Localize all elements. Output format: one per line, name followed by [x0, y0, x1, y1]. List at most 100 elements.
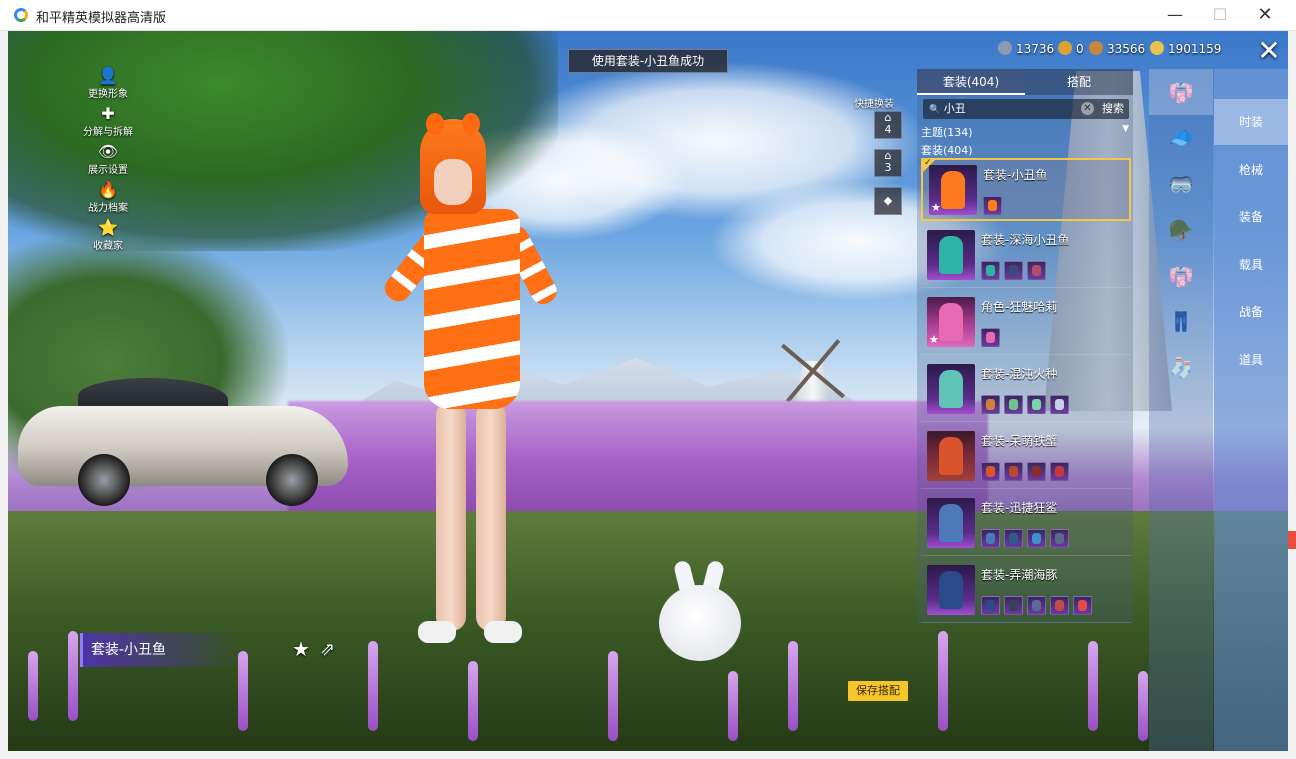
lavender-flower: [28, 651, 38, 721]
category-props[interactable]: 道具: [1214, 337, 1288, 383]
category-weapons[interactable]: 枪械: [1214, 147, 1288, 193]
outfit-name: 套装-深海小丑鱼: [981, 233, 1070, 247]
save-outfit-button[interactable]: 保存搭配: [848, 681, 908, 701]
change-appearance-button[interactable]: 👤 更换形象: [68, 66, 148, 101]
outfit-name: 套装-小丑鱼: [983, 168, 1048, 182]
mask-slot-icon[interactable]: 🪖: [1149, 207, 1213, 253]
maximize-button[interactable]: ☐: [1197, 0, 1243, 31]
outfit-piece-swatch: [986, 600, 995, 611]
player-character[interactable]: [338, 113, 598, 679]
favorite-star-icon[interactable]: ★: [292, 637, 310, 661]
outfit-piece-swatch: [986, 399, 995, 410]
quick-slot-number: 4: [884, 123, 892, 136]
car-wheel: [266, 454, 318, 506]
outfit-name: 套装-混沌火种: [981, 367, 1058, 381]
currency-1-icon: [998, 41, 1012, 55]
category-vehicles[interactable]: 载具: [1214, 242, 1288, 288]
hud-item-label: 更换形象: [88, 89, 128, 100]
currency-3: 33566: [1089, 39, 1145, 59]
chevron-down-icon: ▼: [1122, 124, 1129, 134]
search-value: 小丑: [943, 102, 966, 115]
bunny-body: [659, 585, 741, 661]
category-column: 时装 枪械 装备 载具 战备 道具: [1214, 69, 1288, 751]
pants-slot-icon[interactable]: 👖: [1149, 299, 1213, 345]
tab-combinations[interactable]: 搭配: [1025, 69, 1133, 95]
goggles-slot-icon[interactable]: 🥽: [1149, 161, 1213, 207]
collector-button[interactable]: ⭐ 收藏家: [68, 219, 148, 253]
quick-slot-4[interactable]: ⌂ 4: [874, 111, 902, 139]
title-bar: 和平精英模拟器高清版 — ☐ ✕: [0, 0, 1296, 31]
currency-4: 1901159: [1150, 39, 1221, 59]
outfit-item-iron-crab[interactable]: 套装-呆萌铁蟹: [921, 426, 1131, 489]
outfit-item-surf-dolphin[interactable]: 套装-弄潮海豚: [921, 560, 1131, 623]
outfit-slot-icon[interactable]: 👘: [1149, 69, 1213, 115]
hood-ear: [426, 113, 444, 135]
hud-item-label: 战力档案: [88, 203, 128, 214]
power-archive-button[interactable]: 🔥 战力档案: [68, 181, 148, 215]
close-window-button[interactable]: ✕: [1242, 0, 1288, 31]
category-fashion[interactable]: 时装: [1214, 99, 1288, 145]
outfit-figure: [939, 370, 963, 408]
shoes-slot-icon[interactable]: 🧦: [1149, 345, 1213, 391]
theme-filter-dropdown[interactable]: 主题(134) ▼: [921, 124, 1129, 140]
eye-icon: 👁: [97, 142, 119, 161]
app-icon: [14, 8, 28, 22]
minimize-button[interactable]: —: [1152, 0, 1198, 31]
game-viewport[interactable]: 👤 更换形象 ✚ 分解与拆解 👁 展示设置 🔥 战力档案 ⭐ 收藏家 使用套装-…: [8, 31, 1288, 751]
outfit-piece-swatch: [1009, 600, 1018, 611]
outfit-piece: [1004, 462, 1023, 481]
outfit-figure: [939, 504, 963, 542]
clear-search-icon[interactable]: ✕: [1081, 102, 1094, 115]
outfit-figure: [939, 571, 963, 609]
currency-3-icon: [1089, 41, 1103, 55]
display-settings-button[interactable]: 👁 展示设置: [68, 142, 148, 177]
decompose-button[interactable]: ✚ 分解与拆解: [68, 104, 148, 139]
lavender-flower: [1088, 641, 1098, 731]
star-icon: ★: [931, 201, 941, 214]
outfit-item-chaos-fire[interactable]: 套装-混沌火种: [921, 359, 1131, 422]
outfit-piece: [981, 261, 1000, 280]
share-icon[interactable]: ⇗: [320, 639, 335, 660]
currency-value: 13736: [1016, 42, 1055, 56]
tab-outfits[interactable]: 套装(404): [917, 69, 1025, 95]
category-equipment[interactable]: 装备: [1214, 194, 1288, 240]
outfit-piece-swatch: [986, 466, 995, 477]
search-input[interactable]: 🔍 小丑 ✕ 搜索: [923, 99, 1129, 119]
outfit-piece: [981, 596, 1000, 615]
outfit-piece: [1027, 462, 1046, 481]
currency-2-icon: [1058, 41, 1072, 55]
puzzle-icon: ✚: [101, 104, 115, 123]
quick-slot-3[interactable]: ⌂ 3: [874, 149, 902, 177]
search-button[interactable]: 搜索: [1097, 99, 1129, 119]
character-right-leg: [476, 401, 506, 631]
outfit-item-deep-sea-clownfish[interactable]: 套装-深海小丑鱼: [921, 225, 1131, 288]
character-right-shoe: [484, 621, 522, 643]
outfit-piece-swatch: [1055, 600, 1064, 611]
right-background-strip: [1288, 31, 1296, 759]
bottom-background-strip: [0, 751, 1296, 759]
outfit-piece: [1004, 261, 1023, 280]
quick-slot-emblem[interactable]: ◆: [874, 187, 902, 215]
success-toast: 使用套装-小丑鱼成功: [568, 49, 728, 73]
outfit-thumbnail: [927, 230, 975, 280]
outfit-item-swift-shark[interactable]: 套装-迅捷狂鲨: [921, 493, 1131, 556]
bunny-pet: [653, 559, 745, 661]
outfit-piece-swatch: [1032, 466, 1041, 477]
lavender-flower: [788, 641, 798, 731]
outfit-item-harley[interactable]: ★ 角色-狂魅哈莉: [921, 292, 1131, 355]
top-slot-icon[interactable]: 👘: [1149, 253, 1213, 299]
lavender-flower: [728, 671, 738, 741]
outfit-thumbnail: [927, 498, 975, 548]
outfit-thumbnail: [927, 364, 975, 414]
outfit-piece: [1004, 529, 1023, 548]
outfit-piece-swatch: [1032, 399, 1041, 410]
outfit-piece-swatch: [1009, 533, 1018, 544]
close-wardrobe-button[interactable]: ✕: [1254, 37, 1284, 67]
outfit-item-clownfish[interactable]: ✓ ★ 套装-小丑鱼: [921, 158, 1131, 221]
outfit-piece-swatch: [1032, 533, 1041, 544]
category-battle-prep[interactable]: 战备: [1214, 289, 1288, 335]
currency-2: 0: [1058, 39, 1084, 59]
hat-slot-icon[interactable]: 🧢: [1149, 115, 1213, 161]
person-icon: 👤: [98, 66, 118, 85]
outfit-piece: [1073, 596, 1092, 615]
